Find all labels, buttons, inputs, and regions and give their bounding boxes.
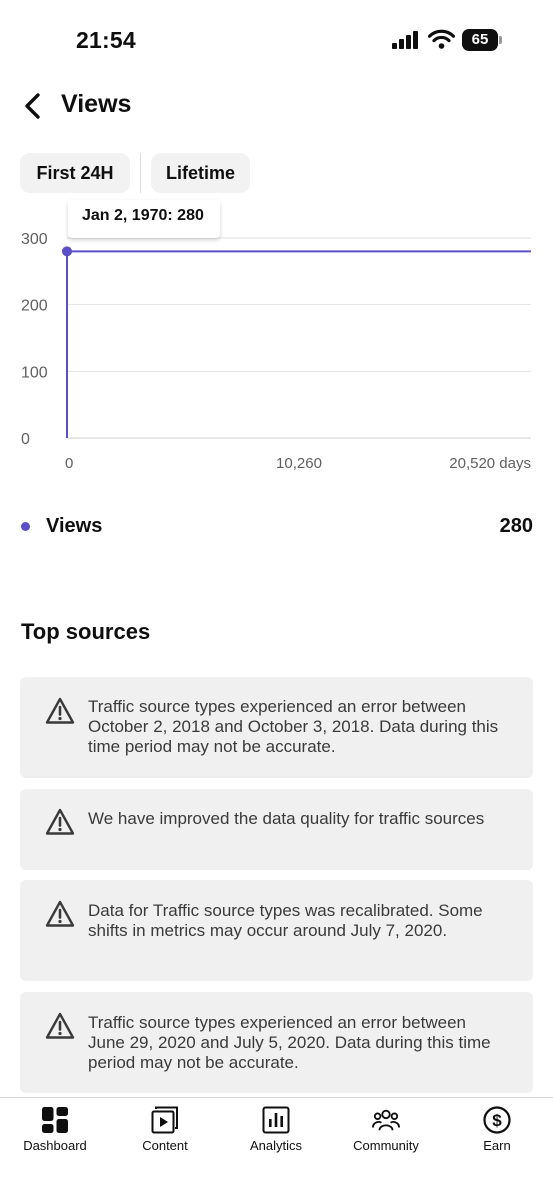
nav-community[interactable]: Community [331,1098,441,1168]
page-title: Views [61,90,132,118]
notice-text: Traffic source types experienced an erro… [88,697,499,756]
nav-analytics[interactable]: Analytics [221,1098,331,1168]
back-arrow-icon [25,93,40,119]
y-tick-label: 300 [21,231,48,248]
nav-label: Community [353,1138,419,1153]
notice-text: We have improved the data quality for tr… [88,809,485,828]
status-bar: 21:54 65 [0,0,553,80]
y-tick-label: 0 [21,431,30,448]
warning-icon [45,900,75,927]
status-time: 21:54 [76,27,136,53]
earn-icon: $ [483,1106,511,1134]
battery-level: 65 [462,29,498,51]
nav-earn[interactable]: $ Earn [442,1098,552,1168]
nav-label: Earn [483,1138,511,1153]
y-tick-label: 200 [21,298,48,315]
cellular-signal-icon [392,31,418,49]
selected-point [62,246,72,257]
warning-icon [45,1012,75,1039]
lifetime-chip[interactable]: Lifetime [151,153,250,193]
nav-content[interactable]: Content [110,1098,220,1168]
nav-label: Dashboard [23,1138,87,1153]
wifi-icon [428,29,455,49]
legend-value: 280 [499,515,533,537]
warning-icon [45,808,75,835]
x-tick-label: 0 [65,455,73,472]
chart-tooltip: Jan 2, 1970: 280 [68,200,220,238]
notice-card: Data for Traffic source types was recali… [20,880,533,981]
x-tick-label: 20,520 days [449,455,531,472]
nav-dashboard[interactable]: Dashboard [0,1098,110,1168]
bottom-nav: Dashboard Content Analytics Community $ … [0,1097,553,1200]
first-24h-chip[interactable]: First 24H [20,153,130,193]
legend-dot [21,522,30,531]
back-button[interactable] [14,88,50,124]
community-icon [372,1109,400,1131]
analytics-icon [262,1106,290,1134]
notice-card: Traffic source types experienced an erro… [20,992,533,1093]
notice-text: Traffic source types experienced an erro… [88,1013,491,1072]
nav-label: Content [142,1138,188,1153]
notice-card: We have improved the data quality for tr… [20,789,533,870]
top-sources-title: Top sources [21,619,151,644]
chip-divider [140,153,141,193]
notice-card: Traffic source types experienced an erro… [20,677,533,778]
notice-text: Data for Traffic source types was recali… [88,901,483,940]
legend-label: Views [46,515,103,537]
y-tick-label: 100 [21,364,48,381]
x-tick-label: 10,260 [276,455,322,472]
content-icon [151,1106,178,1134]
nav-label: Analytics [249,1138,303,1153]
battery-icon: 65 [462,29,502,51]
views-chart[interactable]: 300 200 100 0 0 10,260 20,520 days [0,200,553,490]
warning-icon [45,697,75,724]
views-legend-row: Views 280 [20,512,533,542]
views-chart-svg: 300 200 100 0 0 10,260 20,520 days [21,231,531,472]
dashboard-icon [42,1107,68,1133]
svg-text:$: $ [492,1111,502,1130]
